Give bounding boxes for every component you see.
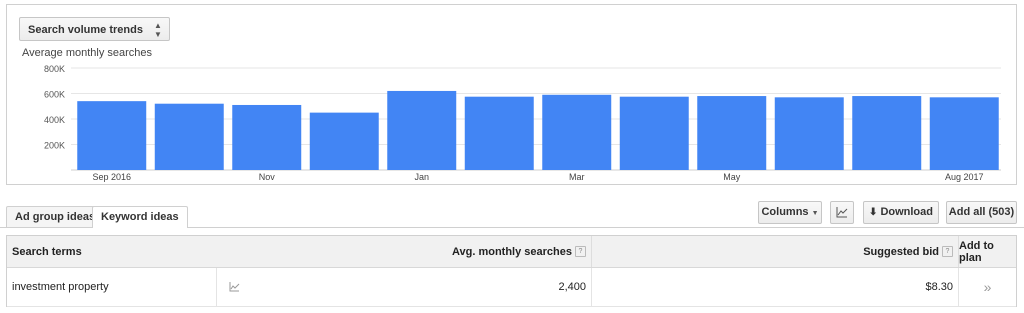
header-label: Avg. monthly searches [451, 245, 572, 258]
help-icon[interactable]: ? [942, 246, 953, 257]
tab-label: Keyword ideas [101, 211, 179, 223]
header-label: Search terms [12, 245, 82, 258]
line-chart-icon [836, 207, 848, 218]
bar[interactable] [387, 90, 457, 170]
col-search-terms[interactable]: Search terms [12, 236, 82, 267]
add-all-label: Add all (503) [948, 206, 1015, 218]
x-tick-label: May [723, 172, 741, 182]
download-icon: ⬇ [868, 207, 878, 218]
col-suggested-bid[interactable]: Suggested bid ? [592, 236, 958, 267]
avg-searches-value: 2,400 [558, 281, 586, 293]
trend-chart-cell[interactable] [219, 268, 249, 306]
line-chart-icon[interactable] [229, 282, 240, 292]
avg-searches-cell: 2,400 [249, 268, 592, 306]
y-tick-label: 400K [44, 115, 65, 125]
x-tick-label: Mar [569, 172, 585, 182]
tab-ad-group-ideas[interactable]: Ad group ideas [6, 206, 105, 227]
col-add-to-plan: Add to plan [958, 236, 1016, 267]
bar[interactable] [619, 96, 689, 170]
download-label: Download [880, 206, 933, 218]
bar[interactable] [852, 96, 922, 170]
suggested-bid-value: $8.30 [925, 281, 953, 293]
x-tick-label: Aug 2017 [945, 172, 984, 182]
bar[interactable] [542, 94, 612, 170]
bar[interactable] [697, 96, 767, 170]
bar[interactable] [154, 103, 224, 170]
tab-label: Ad group ideas [15, 211, 96, 223]
y-tick-label: 200K [44, 141, 65, 151]
col-avg-monthly-searches[interactable]: Avg. monthly searches ? [217, 236, 592, 267]
double-chevron-right-icon: » [983, 279, 992, 295]
bar[interactable] [309, 112, 379, 170]
x-tick-label: Jan [414, 172, 429, 182]
bar[interactable] [232, 104, 302, 170]
table-header: Search terms Avg. monthly searches ? Sug… [7, 236, 1016, 268]
bar-chart: 800K 600K 400K 200K Sep 2016 Nov Jan Mar May Aug … [44, 64, 1001, 182]
bar[interactable] [929, 97, 999, 170]
tab-keyword-ideas[interactable]: Keyword ideas [92, 206, 188, 228]
help-icon[interactable]: ? [575, 246, 586, 257]
download-button[interactable]: ⬇ Download [863, 201, 939, 224]
suggested-bid-cell: $8.30 [592, 268, 958, 306]
columns-button[interactable]: Columns ▼ [758, 201, 822, 224]
add-to-plan-button[interactable]: » [958, 268, 1016, 306]
y-tick-label: 600K [44, 90, 65, 100]
y-tick-label: 800K [44, 64, 65, 74]
chart-toggle-button[interactable] [830, 201, 854, 224]
bar[interactable] [464, 96, 534, 170]
search-volume-chart-panel: Search volume trends ▲ ▼ Average monthly … [6, 4, 1017, 185]
table-row: investment property 2,400 $8.30 » [7, 268, 1016, 307]
x-tick-label: Nov [259, 172, 276, 182]
bar[interactable] [774, 97, 844, 170]
keyword-text: investment property [12, 281, 109, 293]
header-label: Add to plan [959, 239, 994, 264]
header-label: Suggested bid [863, 245, 939, 258]
keyword-ideas-table: Search terms Avg. monthly searches ? Sug… [6, 235, 1017, 307]
keyword-cell: investment property [12, 268, 217, 306]
add-all-button[interactable]: Add all (503) [946, 201, 1017, 224]
bar[interactable] [77, 101, 147, 170]
x-tick-label: Sep 2016 [92, 172, 131, 182]
chevron-down-icon: ▼ [811, 210, 819, 217]
columns-label: Columns [761, 206, 809, 218]
